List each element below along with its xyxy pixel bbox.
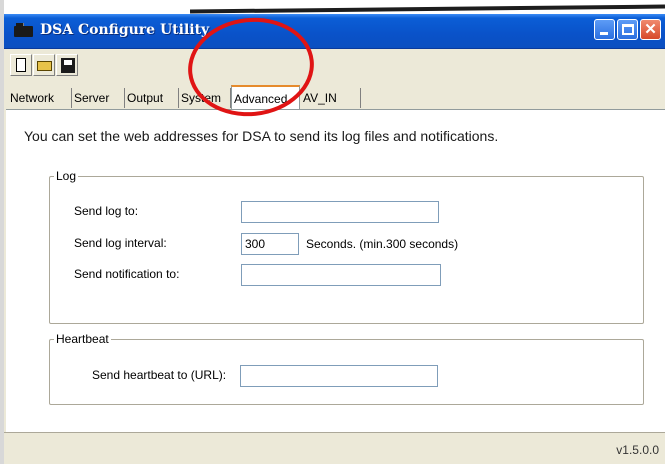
new-file-icon	[16, 58, 26, 72]
app-window: DSA Configure Utility ✕ Network Server O…	[4, 14, 665, 464]
tab-output[interactable]: Output	[125, 88, 179, 108]
send-log-interval-input[interactable]	[241, 233, 299, 255]
title-bar[interactable]: DSA Configure Utility ✕	[4, 14, 665, 49]
open-folder-icon	[37, 61, 52, 71]
folder-icon	[14, 23, 33, 37]
new-file-button[interactable]	[10, 54, 32, 76]
tab-advanced[interactable]: Advanced	[231, 85, 300, 109]
heartbeat-group: Heartbeat Send heartbeat to (URL):	[49, 332, 644, 405]
send-heartbeat-label: Send heartbeat to (URL):	[92, 368, 227, 382]
minimize-button[interactable]	[594, 19, 615, 40]
save-icon	[61, 58, 75, 73]
send-heartbeat-input[interactable]	[240, 365, 438, 387]
minimize-icon	[600, 32, 608, 35]
maximize-icon	[622, 24, 634, 35]
save-button[interactable]	[56, 54, 78, 76]
status-bar: v1.5.0.0	[4, 432, 665, 464]
send-notification-to-label: Send notification to:	[74, 267, 180, 281]
desktop-edge	[189, 4, 665, 14]
window-title: DSA Configure Utility	[40, 22, 210, 38]
send-log-interval-hint: Seconds. (min.300 seconds)	[306, 237, 459, 251]
maximize-button[interactable]	[617, 19, 638, 40]
close-icon: ✕	[644, 21, 657, 38]
intro-text: You can set the web addresses for DSA to…	[24, 128, 499, 144]
send-log-to-label: Send log to:	[74, 204, 139, 218]
send-notification-to-input[interactable]	[241, 264, 441, 286]
advanced-panel: You can set the web addresses for DSA to…	[6, 109, 665, 432]
log-group: Log Send log to: Send log interval: Seco…	[49, 169, 644, 324]
desktop-background-top	[0, 0, 665, 14]
open-file-button[interactable]	[33, 54, 55, 76]
send-log-to-input[interactable]	[241, 201, 439, 223]
tab-av-in[interactable]: AV_IN	[301, 88, 361, 108]
heartbeat-group-legend: Heartbeat	[54, 332, 111, 346]
version-label: v1.5.0.0	[616, 443, 659, 457]
tab-system[interactable]: System	[179, 88, 231, 108]
tab-server[interactable]: Server	[72, 88, 125, 108]
send-log-interval-label: Send log interval:	[74, 236, 167, 250]
tab-network[interactable]: Network	[8, 88, 72, 108]
close-button[interactable]: ✕	[640, 19, 661, 40]
log-group-legend: Log	[54, 169, 79, 183]
